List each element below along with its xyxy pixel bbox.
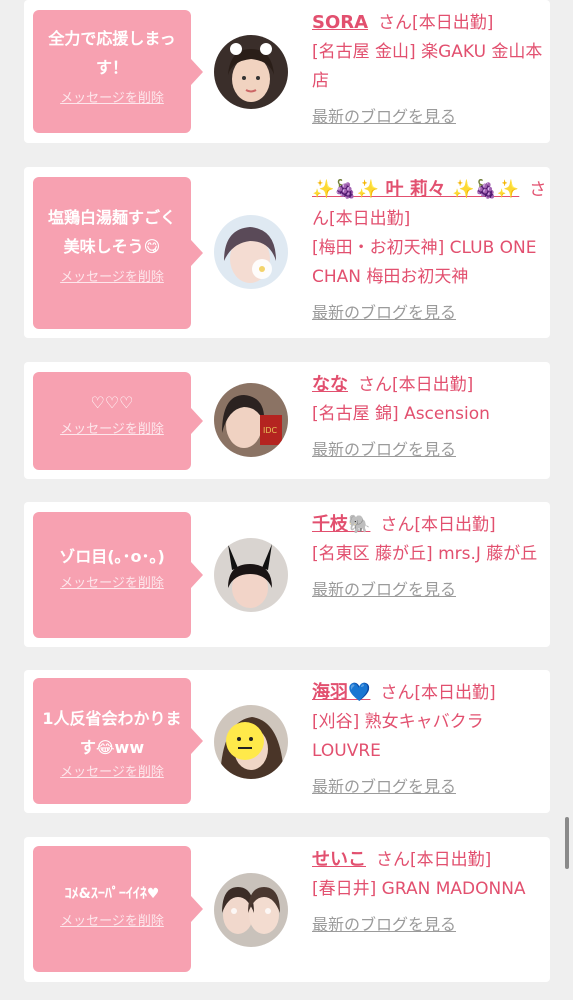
cast-info: 海羽💙 さん[本日出勤] [刈谷] 熟女キャバクラ LOUVRE 最新のブログを見… xyxy=(312,678,547,801)
avatar[interactable] xyxy=(214,705,288,779)
delete-message-link[interactable]: メッセージを削除 xyxy=(41,269,183,287)
message-bubble: 全力で応援しまっす！ メッセージを削除 xyxy=(33,10,203,133)
cast-info: なな さん[本日出勤] [名古屋 錦] Ascension 最新のブログを見る xyxy=(312,370,547,464)
shop-name: [名古屋 金山] 楽GAKU 金山本店 xyxy=(312,42,543,91)
shop-name: [刈谷] 熟女キャバクラ LOUVRE xyxy=(312,712,484,761)
delete-message-link[interactable]: メッセージを削除 xyxy=(41,421,183,439)
delete-message-link[interactable]: メッセージを削除 xyxy=(41,575,183,593)
list-item: ゾロ目(｡･ο･｡) メッセージを削除 千枝🐘 さん[本日出勤] [名東区 藤が丘… xyxy=(24,502,550,647)
message-bubble: ゾロ目(｡･ο･｡) メッセージを削除 xyxy=(33,512,203,638)
avatar[interactable]: IDC xyxy=(214,383,288,457)
shop-name: [名古屋 錦] Ascension xyxy=(312,404,490,424)
avatar[interactable] xyxy=(214,215,288,289)
shop-name: [梅田・お初天神] CLUB ONE CHAN 梅田お初天神 xyxy=(312,238,537,287)
avatar[interactable] xyxy=(214,538,288,612)
message-text: ♡♡♡ xyxy=(90,393,134,412)
vertical-scrollbar[interactable] xyxy=(565,817,569,869)
attendance-status: さん[本日出勤] xyxy=(376,850,492,870)
message-text: 1人反省会わかります😂ww xyxy=(42,709,182,757)
list-item: 塩鶏白湯麺すごく美味しそう😋 メッセージを削除 ✨🍇✨ 叶 莉々 ✨🍇✨ さん[本… xyxy=(24,167,550,338)
cast-info: ✨🍇✨ 叶 莉々 ✨🍇✨ さん[本日出勤] [梅田・お初天神] CLUB ONE … xyxy=(312,175,547,327)
message-text: ｺﾒ&ｽｰﾊﾟｰｲｲﾈ♥ xyxy=(64,886,160,902)
cast-name-link[interactable]: 千枝🐘 xyxy=(312,514,370,535)
delete-message-link[interactable]: メッセージを削除 xyxy=(41,90,183,108)
delete-message-link[interactable]: メッセージを削除 xyxy=(41,764,183,782)
attendance-status: さん[本日出勤] xyxy=(358,375,474,395)
message-bubble: 塩鶏白湯麺すごく美味しそう😋 メッセージを削除 xyxy=(33,177,203,329)
attendance-status: さん[本日出勤] xyxy=(380,683,496,703)
latest-blog-link[interactable]: 最新のブログを見る xyxy=(312,435,547,464)
attendance-status: さん[本日出勤] xyxy=(378,13,494,33)
message-bubble: ｺﾒ&ｽｰﾊﾟｰｲｲﾈ♥ メッセージを削除 xyxy=(33,846,203,972)
avatar[interactable] xyxy=(214,873,288,947)
message-bubble: ♡♡♡ メッセージを削除 xyxy=(33,372,203,470)
latest-blog-link[interactable]: 最新のブログを見る xyxy=(312,102,547,131)
avatar-photo-icon xyxy=(214,35,288,109)
list-item: 全力で応援しまっす！ メッセージを削除 SORA さん[本日出勤] [名古屋 金山… xyxy=(24,0,550,143)
message-bubble: 1人反省会わかります😂ww メッセージを削除 xyxy=(33,678,203,804)
latest-blog-link[interactable]: 最新のブログを見る xyxy=(312,298,547,327)
avatar-photo-icon xyxy=(214,873,288,947)
delete-message-link[interactable]: メッセージを削除 xyxy=(41,913,183,931)
cast-name-link[interactable]: せいこ xyxy=(312,849,366,870)
avatar-photo-icon: IDC xyxy=(214,383,288,457)
avatar[interactable] xyxy=(214,35,288,109)
shop-name: [名東区 藤が丘] mrs.J 藤が丘 xyxy=(312,544,538,564)
message-text: 塩鶏白湯麺すごく美味しそう😋 xyxy=(47,208,176,256)
cast-name-link[interactable]: 海羽💙 xyxy=(312,682,370,703)
list-item: 1人反省会わかります😂ww メッセージを削除 海羽💙 さん[本日出勤] [刈谷] … xyxy=(24,670,550,813)
shop-name: [春日井] GRAN MADONNA xyxy=(312,879,526,899)
message-text: 全力で応援しまっす！ xyxy=(48,29,176,77)
cast-info: せいこ さん[本日出勤] [春日井] GRAN MADONNA 最新のブログを見る xyxy=(312,845,547,939)
cast-info: SORA さん[本日出勤] [名古屋 金山] 楽GAKU 金山本店 最新のブログを… xyxy=(312,8,547,131)
attendance-status: さん[本日出勤] xyxy=(380,515,496,535)
cast-name-link[interactable]: なな xyxy=(312,374,348,395)
latest-blog-link[interactable]: 最新のブログを見る xyxy=(312,772,547,801)
avatar-photo-icon xyxy=(214,705,288,779)
latest-blog-link[interactable]: 最新のブログを見る xyxy=(312,910,547,939)
cast-name-link[interactable]: ✨🍇✨ 叶 莉々 ✨🍇✨ xyxy=(312,179,519,200)
cast-info: 千枝🐘 さん[本日出勤] [名東区 藤が丘] mrs.J 藤が丘 最新のブログを見… xyxy=(312,510,547,604)
message-text: ゾロ目(｡･ο･｡) xyxy=(59,547,165,566)
latest-blog-link[interactable]: 最新のブログを見る xyxy=(312,575,547,604)
avatar-photo-icon xyxy=(214,538,288,612)
svg-text:IDC: IDC xyxy=(263,426,278,435)
list-item: ♡♡♡ メッセージを削除 IDC なな さん[本日出勤] [名古屋 錦] Asce… xyxy=(24,362,550,479)
list-item: ｺﾒ&ｽｰﾊﾟｰｲｲﾈ♥ メッセージを削除 せいこ さん[本日出勤] [春日井] … xyxy=(24,837,550,982)
avatar-photo-icon xyxy=(214,215,288,289)
cast-name-link[interactable]: SORA xyxy=(312,12,368,33)
